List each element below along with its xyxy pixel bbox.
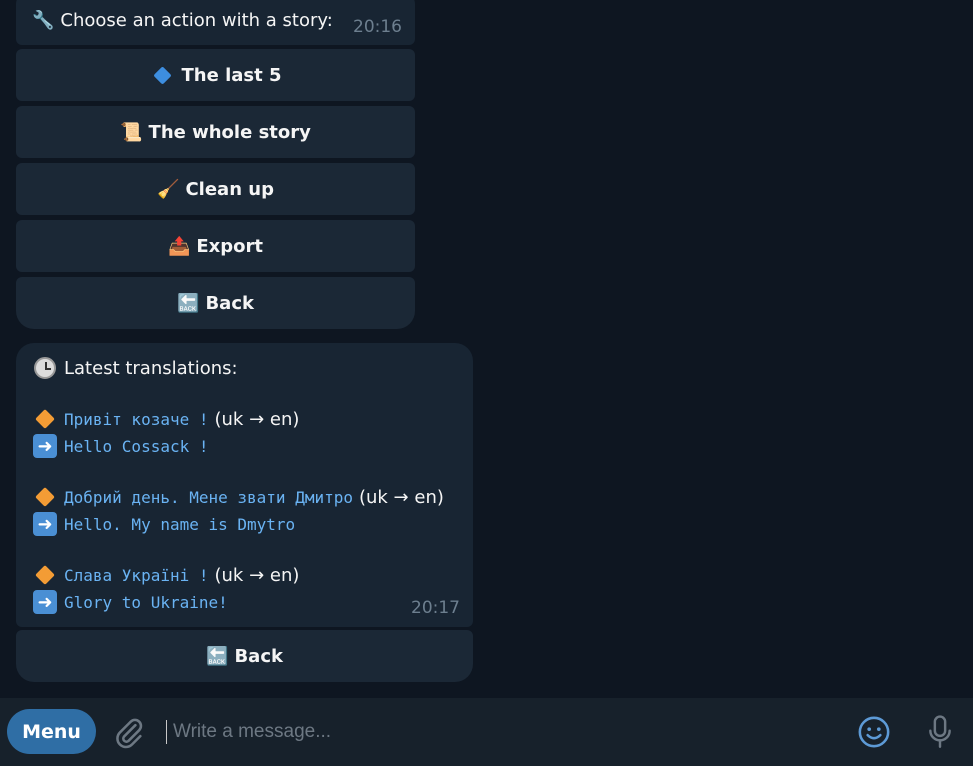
- translation-source: Слава Україні ! (uk → en): [32, 563, 299, 587]
- inline-button-back[interactable]: 🔙 Back: [16, 277, 415, 329]
- blue-diamond-icon: [150, 63, 176, 87]
- right-arrow-icon: ➜: [32, 434, 58, 458]
- translation-target: ➜ Hello Cossack !: [32, 434, 209, 458]
- menu-button[interactable]: Menu: [7, 709, 96, 754]
- message-text: Choose an action with a story:: [60, 10, 333, 31]
- right-arrow-icon: ➜: [32, 590, 58, 614]
- composer-bar: Menu: [0, 698, 973, 766]
- right-arrow-icon: ➜: [32, 512, 58, 536]
- inline-button-whole-story[interactable]: 📜 The whole story: [16, 106, 415, 158]
- back-arrow-icon: 🔙: [206, 645, 229, 667]
- orange-diamond-icon: [32, 485, 58, 509]
- wrench-icon: 🔧: [32, 10, 55, 31]
- message-bubble: Latest translations: Привіт козаче ! (uk…: [16, 343, 473, 627]
- paperclip-icon[interactable]: [112, 716, 146, 750]
- outbox-icon: 📤: [167, 235, 191, 257]
- message-time: 20:17: [411, 598, 460, 618]
- chat-area: 🔧 Choose an action with a story: 20:16 T…: [0, 0, 973, 698]
- inline-button-export[interactable]: 📤 Export: [16, 220, 415, 272]
- broom-icon: 🧹: [157, 178, 180, 200]
- message-title: Latest translations:: [64, 357, 238, 379]
- translation-target: ➜ Glory to Ukraine!: [32, 590, 228, 614]
- message-bubble: 🔧 Choose an action with a story: 20:16: [16, 0, 415, 45]
- text-caret: [166, 720, 167, 744]
- orange-diamond-icon: [32, 407, 58, 431]
- inline-button-last-5[interactable]: The last 5: [16, 49, 415, 101]
- smile-icon[interactable]: [857, 715, 891, 749]
- translation-target: ➜ Hello. My name is Dmytro: [32, 512, 295, 536]
- clock-icon: [32, 356, 58, 380]
- scroll-icon: 📜: [120, 121, 143, 143]
- translation-source: Привіт козаче ! (uk → en): [32, 407, 299, 431]
- translation-source: Добрий день. Мене звати Дмитро (uk → en): [32, 485, 444, 509]
- back-arrow-icon: 🔙: [177, 292, 200, 314]
- orange-diamond-icon: [32, 563, 58, 587]
- message-input-wrap: [166, 716, 826, 748]
- inline-button-back[interactable]: 🔙 Back: [16, 630, 473, 682]
- message-input[interactable]: [171, 720, 775, 744]
- message-time: 20:16: [353, 17, 402, 37]
- microphone-icon[interactable]: [924, 714, 956, 750]
- inline-button-clean-up[interactable]: 🧹 Clean up: [16, 163, 415, 215]
